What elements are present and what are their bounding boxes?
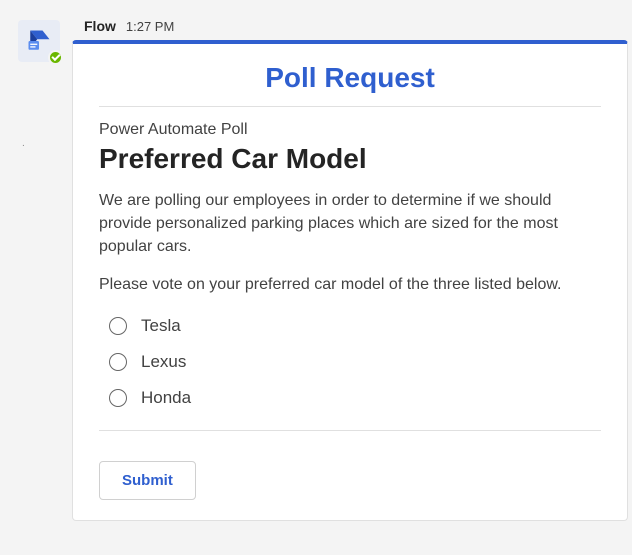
- sender-row: Flow 1:27 PM: [72, 0, 628, 40]
- avatar-column: [0, 0, 72, 555]
- avatar-wrapper: [18, 20, 60, 62]
- sender-time: 1:27 PM: [126, 19, 174, 34]
- submit-button[interactable]: Submit: [99, 461, 196, 500]
- divider-top: [99, 106, 601, 107]
- poll-description: We are polling our employees in order to…: [99, 189, 601, 259]
- option-label: Tesla: [141, 316, 181, 336]
- sender-name: Flow: [84, 18, 116, 34]
- poll-option-lexus[interactable]: Lexus: [109, 344, 601, 380]
- flow-icon: [25, 27, 53, 55]
- radio-icon: [109, 353, 127, 371]
- poll-options: Tesla Lexus Honda: [99, 308, 601, 416]
- presence-available-icon: [48, 50, 63, 65]
- poll-subtitle: Power Automate Poll: [99, 121, 601, 139]
- message-container: Flow 1:27 PM Poll Request Power Automate…: [0, 0, 632, 555]
- message-main: Flow 1:27 PM Poll Request Power Automate…: [72, 0, 632, 555]
- adaptive-card: Poll Request Power Automate Poll Preferr…: [72, 40, 628, 521]
- option-label: Honda: [141, 388, 191, 408]
- poll-instruction: Please vote on your preferred car model …: [99, 273, 601, 296]
- card-body: Poll Request Power Automate Poll Preferr…: [73, 44, 627, 520]
- poll-option-tesla[interactable]: Tesla: [109, 308, 601, 344]
- poll-option-honda[interactable]: Honda: [109, 380, 601, 416]
- poll-heading: Preferred Car Model: [99, 143, 601, 175]
- radio-icon: [109, 317, 127, 335]
- option-label: Lexus: [141, 352, 186, 372]
- overflow-indicator: .: [22, 138, 25, 149]
- radio-icon: [109, 389, 127, 407]
- poll-title: Poll Request: [99, 62, 601, 94]
- submit-row: Submit: [99, 431, 601, 500]
